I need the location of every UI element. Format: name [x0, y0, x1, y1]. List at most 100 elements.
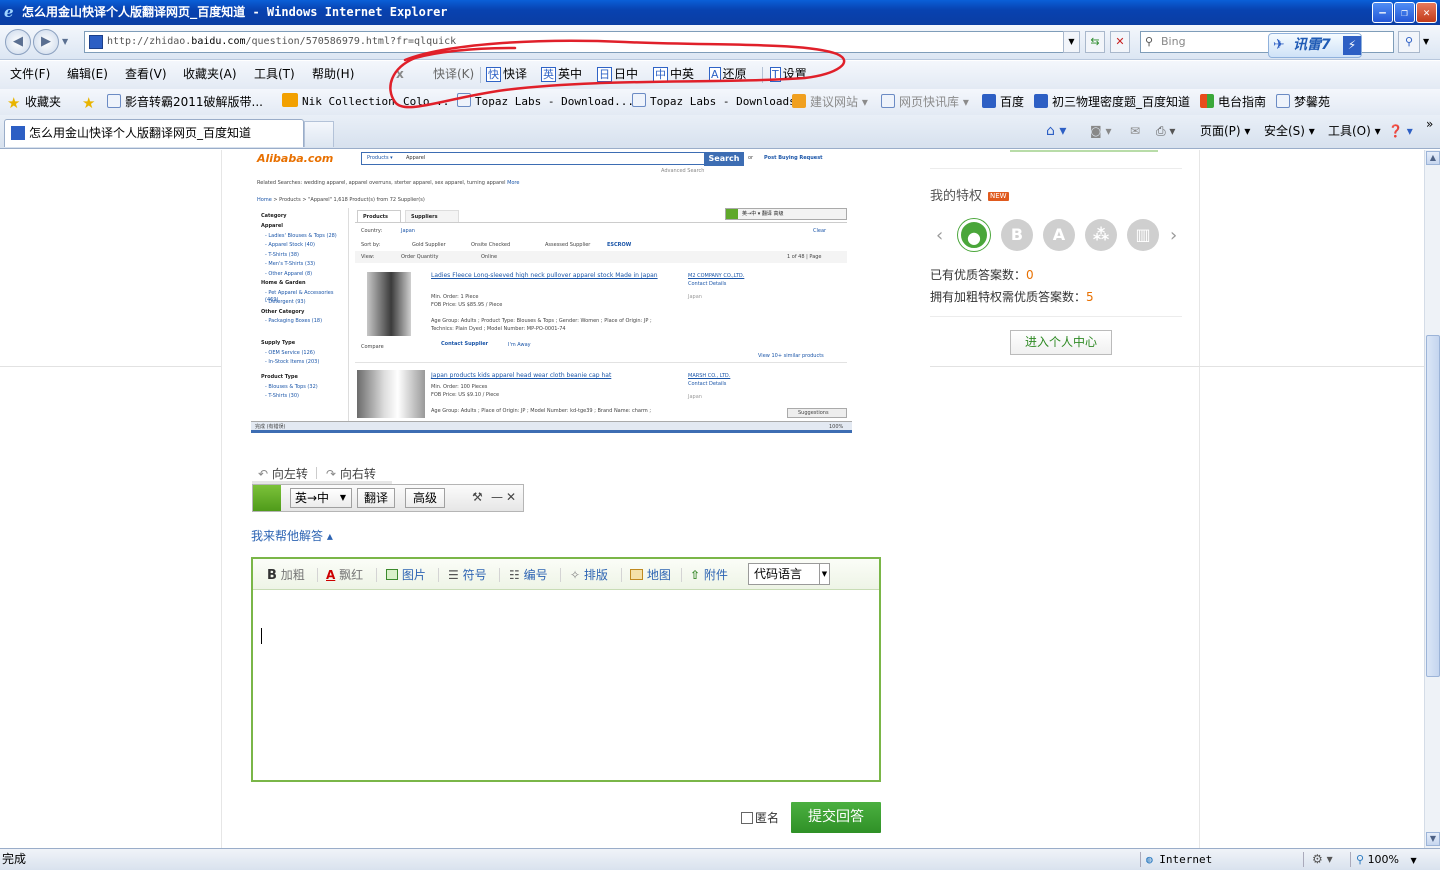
menu-tools[interactable]: 工具(T): [254, 64, 295, 84]
search-go-icon[interactable]: ⚲: [1398, 31, 1420, 53]
advanced-button[interactable]: 高级: [405, 488, 445, 508]
mail-icon[interactable]: ✉: [1130, 122, 1140, 140]
minimize-button[interactable]: —: [1372, 2, 1393, 23]
symbols-button[interactable]: ☰ 符号: [448, 567, 487, 583]
numbering-button[interactable]: ☷ 编号: [509, 567, 548, 583]
answer-editor: B 加粗 A 飘红 图片 ☰ 符号 ☷ 编号 ✧ 排版 地图 ⇧ 附件 代码语言…: [251, 557, 881, 782]
fav-item-label: 网页快讯库 ▾: [899, 95, 969, 109]
help-answer-link[interactable]: 我来帮他解答 ▴: [251, 527, 333, 544]
chevron-left-icon[interactable]: ‹: [936, 227, 943, 245]
tools-menu[interactable]: 工具(O) ▾: [1328, 122, 1381, 140]
help-icon[interactable]: ❓ ▾: [1388, 122, 1413, 140]
stop-icon[interactable]: ✕: [1110, 31, 1130, 53]
more-chevron-icon[interactable]: »: [1426, 115, 1433, 133]
tools-icon[interactable]: ⚒: [472, 490, 483, 504]
alibaba-advanced: Advanced Search: [661, 168, 705, 174]
bold-button[interactable]: B 加粗: [267, 567, 305, 584]
fav-item-label: 电台指南: [1218, 95, 1267, 109]
red-text-button[interactable]: A 飘红: [326, 567, 363, 583]
menu-favorites[interactable]: 收藏夹(A): [183, 64, 237, 84]
add-favorite-icon[interactable]: ★: [82, 93, 100, 111]
category-item: - Ladies' Blouses & Tops (28): [265, 232, 337, 239]
map-button[interactable]: 地图: [630, 567, 671, 583]
home-icon[interactable]: ⌂ ▾: [1046, 122, 1066, 140]
group-icon[interactable]: ⁂: [1085, 219, 1117, 251]
zoom-control[interactable]: ⚲ 100% ▼: [1356, 849, 1417, 870]
menu-help[interactable]: 帮助(H): [312, 64, 354, 84]
fav-item[interactable]: 初三物理密度题_百度知道: [1034, 93, 1190, 111]
editor-textarea[interactable]: [253, 590, 879, 780]
feeds-icon[interactable]: ◙ ▾: [1090, 122, 1111, 140]
fav-item[interactable]: 百度: [982, 93, 1024, 111]
xunlei-button[interactable]: ✈ 讯雷7 ⚡: [1268, 33, 1362, 58]
image-icon: [386, 569, 398, 580]
rotate-right-button[interactable]: ↷ 向右转: [326, 465, 376, 482]
restore-button[interactable]: ❐: [1394, 2, 1415, 23]
minimize-icon[interactable]: —: [491, 490, 503, 504]
zoom-label: 100%: [1367, 853, 1400, 866]
chevron-right-icon[interactable]: ›: [1170, 227, 1177, 245]
print-icon[interactable]: ⎙ ▾: [1156, 122, 1175, 140]
code-language-select[interactable]: 代码语言 ▼: [748, 563, 830, 585]
b-icon[interactable]: B: [1001, 219, 1033, 251]
close-button[interactable]: ✕: [1416, 2, 1437, 23]
order-qty: Order Quantity: [401, 254, 439, 260]
mini-translator-label: 英→中 ▾ 翻译 高级: [742, 211, 784, 217]
safety-menu[interactable]: 安全(S) ▾: [1264, 122, 1315, 140]
alibaba-products-area: Products Suppliers 英→中 ▾ 翻译 高级 Country: …: [355, 208, 849, 426]
menu-file[interactable]: 文件(F): [10, 64, 50, 84]
personal-center-button[interactable]: 进入个人中心: [1010, 330, 1112, 355]
breadcrumb-rest: > Products > "Apparel" 1,618 Product(s) …: [273, 197, 425, 203]
alibaba-related: Related Searches: wedding apparel, appar…: [257, 180, 519, 187]
ptype-title: Product Type: [261, 374, 298, 380]
translate-button[interactable]: 翻译: [357, 488, 395, 508]
fav-item[interactable]: 影音转霸2011破解版带...: [107, 93, 263, 111]
forward-button[interactable]: ▶: [33, 29, 59, 55]
image-button[interactable]: 图片: [386, 567, 426, 583]
user-icon[interactable]: ●: [958, 219, 990, 251]
privileges-title-text: 我的特权: [930, 189, 983, 204]
address-dropdown-icon[interactable]: ▼: [1063, 31, 1080, 53]
back-button[interactable]: ◀: [5, 29, 31, 55]
rotate-left-button[interactable]: ↶ 向左转: [258, 465, 308, 482]
tab-active[interactable]: 怎么用金山快译个人版翻译网页_百度知道: [4, 119, 304, 147]
anonymous-checkbox[interactable]: 匿名: [741, 809, 779, 826]
fav-item[interactable]: 电台指南: [1200, 93, 1266, 111]
menu-edit[interactable]: 编辑(E): [67, 64, 108, 84]
alibaba-category-column: Category Apparel - Ladies' Blouses & Tops…: [255, 208, 349, 426]
refresh-icon[interactable]: ⇆: [1085, 31, 1105, 53]
new-tab-button[interactable]: [304, 121, 334, 147]
supplier-name: MARSH CO., LTD.: [688, 373, 731, 379]
protected-mode-icon[interactable]: ⚙ ▾: [1312, 849, 1333, 870]
fav-item[interactable]: Nik Collection: [282, 93, 395, 111]
favorites-button[interactable]: ★ 收藏夹: [7, 93, 61, 111]
product-image: [367, 272, 411, 336]
search-options-icon[interactable]: ▼: [1423, 37, 1429, 46]
web-slice-gallery-button[interactable]: 网页快讯库 ▾: [881, 93, 969, 111]
a-icon[interactable]: A: [1043, 219, 1075, 251]
sort-assessed: Assessed Supplier: [545, 242, 591, 248]
scroll-thumb[interactable]: [1426, 335, 1440, 677]
close-icon[interactable]: ✕: [506, 490, 516, 504]
scroll-up-icon[interactable]: ▲: [1426, 151, 1440, 165]
security-zone[interactable]: ◍ Internet: [1146, 849, 1212, 870]
lang-select[interactable]: 英→中 ▼: [290, 488, 352, 508]
status-bar: 完成 ◍ Internet ⚙ ▾ ⚲ 100% ▼: [0, 848, 1440, 870]
menu-view[interactable]: 查看(V): [125, 64, 167, 84]
submit-answer-button[interactable]: 提交回答: [791, 802, 881, 833]
layout-button[interactable]: ✧ 排版: [570, 567, 608, 583]
scroll-down-icon[interactable]: ▼: [1426, 832, 1440, 846]
fav-item[interactable]: 梦馨苑: [1276, 93, 1330, 111]
supplier-contact: Contact Details: [688, 381, 727, 387]
alibaba-logo: Alibaba.com: [257, 152, 334, 165]
attachment-button[interactable]: ⇧ 附件: [690, 567, 728, 583]
text-caret: [261, 628, 262, 644]
supplier-contact: Contact Details: [688, 281, 727, 287]
vertical-scrollbar[interactable]: ▲ ▼: [1424, 150, 1440, 848]
trash-icon[interactable]: ▥: [1127, 219, 1159, 251]
history-dropdown-icon[interactable]: ▼: [62, 37, 68, 46]
page-icon: [1276, 94, 1290, 108]
bird-icon: ✈: [1273, 37, 1285, 53]
alibaba-breadcrumb: Home > Products > "Apparel" 1,618 Produc…: [257, 197, 425, 204]
page-menu[interactable]: 页面(P) ▾: [1200, 122, 1250, 140]
